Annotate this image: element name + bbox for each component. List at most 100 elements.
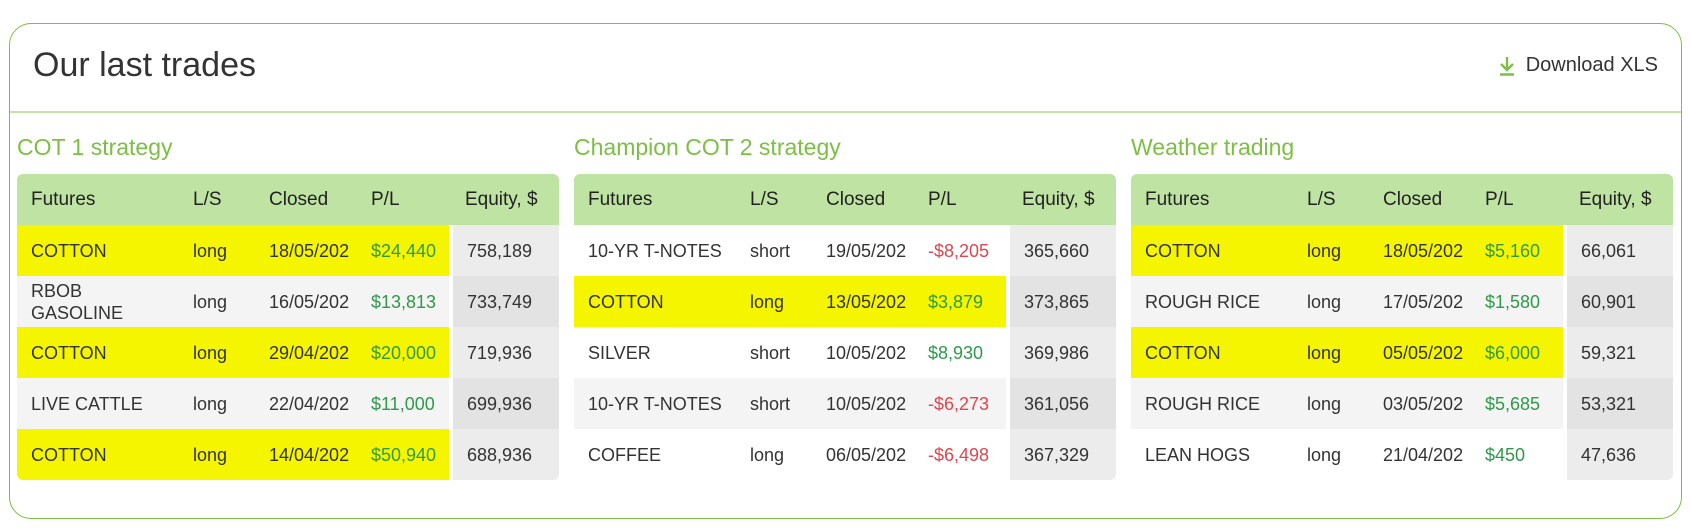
table-row: COTTON long 18/05/202 $5,160 66,061	[1131, 225, 1673, 276]
pl-cell: $6,000	[1471, 327, 1565, 378]
equity-cell: 365,660	[1006, 225, 1116, 276]
column-header-futures: Futures	[1131, 174, 1293, 225]
table-row: COTTON long 14/04/202 $50,940 688,936	[17, 429, 559, 480]
table-row: 10-YR T-NOTES short 10/05/202 -$6,273 361,05…	[574, 378, 1116, 429]
pl-cell: $20,000	[357, 327, 451, 378]
column-header-ls: L/S	[736, 174, 812, 225]
equity-cell: 361,056	[1006, 378, 1116, 429]
ls-cell: long	[1293, 276, 1369, 327]
pl-cell: $3,879	[914, 276, 1008, 327]
pl-cell: -$6,498	[914, 429, 1008, 480]
ls-cell: long	[736, 276, 812, 327]
table-row: COTTON long 05/05/202 $6,000 59,321	[1131, 327, 1673, 378]
equity-cell: 369,986	[1006, 327, 1116, 378]
column-header-pl: P/L	[357, 174, 451, 225]
pl-cell: -$8,205	[914, 225, 1008, 276]
closed-date-cell: 03/05/202	[1369, 378, 1471, 429]
column-header-pl: P/L	[914, 174, 1008, 225]
column-header-ls: L/S	[179, 174, 255, 225]
ls-cell: long	[179, 327, 255, 378]
column-header-equity: Equity, $	[1565, 174, 1673, 225]
table-header-row: Futures L/S Closed P/L Equity, $	[574, 174, 1116, 225]
ls-cell: long	[1293, 225, 1369, 276]
equity-cell: 59,321	[1563, 327, 1673, 378]
ls-cell: long	[1293, 429, 1369, 480]
closed-date-cell: 21/04/202	[1369, 429, 1471, 480]
futures-cell: SILVER	[574, 327, 736, 378]
pl-cell: $13,813	[357, 276, 451, 327]
pl-cell: $11,000	[357, 378, 451, 429]
closed-date-cell: 22/04/202	[255, 378, 357, 429]
futures-cell: 10-YR T-NOTES	[574, 378, 736, 429]
trades-table: Futures L/S Closed P/L Equity, $10-YR T-NOTE…	[574, 174, 1116, 480]
futures-cell: RBOB GASOLINE	[17, 276, 179, 327]
equity-cell: 47,636	[1563, 429, 1673, 480]
closed-date-cell: 06/05/202	[812, 429, 914, 480]
table-row: ROUGH RICE long 17/05/202 $1,580 60,901	[1131, 276, 1673, 327]
ls-cell: long	[1293, 378, 1369, 429]
futures-cell: LEAN HOGS	[1131, 429, 1293, 480]
futures-cell: COTTON	[17, 429, 179, 480]
closed-date-cell: 19/05/202	[812, 225, 914, 276]
column-header-closed: Closed	[1369, 174, 1471, 225]
closed-date-cell: 14/04/202	[255, 429, 357, 480]
ls-cell: long	[179, 378, 255, 429]
column-header-ls: L/S	[1293, 174, 1369, 225]
futures-cell: COFFEE	[574, 429, 736, 480]
table-row: RBOB GASOLINE long 16/05/202 $13,813 733,749	[17, 276, 559, 327]
ls-cell: long	[179, 429, 255, 480]
strategy-title: Champion COT 2 strategy	[574, 134, 841, 160]
equity-cell: 719,936	[449, 327, 559, 378]
download-xls-button[interactable]: Download XLS	[1498, 54, 1658, 77]
card-header: Our last trades Download XLS	[10, 24, 1681, 113]
page-title: Our last trades	[33, 46, 256, 84]
pl-cell: $8,930	[914, 327, 1008, 378]
equity-cell: 758,189	[449, 225, 559, 276]
strategy-panel-weather: Weather trading Futures L/S Closed P/L Equit…	[1131, 128, 1673, 480]
closed-date-cell: 29/04/202	[255, 327, 357, 378]
table-row: 10-YR T-NOTES short 19/05/202 -$8,205 365,66…	[574, 225, 1116, 276]
ls-cell: long	[179, 225, 255, 276]
strategy-title: Weather trading	[1131, 134, 1295, 160]
pl-cell: $24,440	[357, 225, 451, 276]
column-header-futures: Futures	[574, 174, 736, 225]
equity-cell: 66,061	[1563, 225, 1673, 276]
pl-cell: -$6,273	[914, 378, 1008, 429]
ls-cell: short	[736, 378, 812, 429]
last-trades-card: Our last trades Download XLS COT 1 strat…	[9, 23, 1682, 519]
futures-cell: COTTON	[1131, 327, 1293, 378]
column-header-closed: Closed	[812, 174, 914, 225]
download-arrow-icon	[1498, 56, 1516, 76]
ls-cell: long	[179, 276, 255, 327]
strategy-panel-cot1: COT 1 strategy Futures L/S Closed P/L Equity…	[17, 128, 559, 480]
column-header-closed: Closed	[255, 174, 357, 225]
closed-date-cell: 13/05/202	[812, 276, 914, 327]
closed-date-cell: 18/05/202	[255, 225, 357, 276]
pl-cell: $5,685	[1471, 378, 1565, 429]
equity-cell: 53,321	[1563, 378, 1673, 429]
closed-date-cell: 05/05/202	[1369, 327, 1471, 378]
futures-cell: COTTON	[17, 327, 179, 378]
equity-cell: 699,936	[449, 378, 559, 429]
table-header-row: Futures L/S Closed P/L Equity, $	[1131, 174, 1673, 225]
closed-date-cell: 10/05/202	[812, 378, 914, 429]
equity-cell: 733,749	[449, 276, 559, 327]
table-row: COTTON long 18/05/202 $24,440 758,189	[17, 225, 559, 276]
table-row: ROUGH RICE long 03/05/202 $5,685 53,321	[1131, 378, 1673, 429]
futures-cell: COTTON	[17, 225, 179, 276]
table-header-row: Futures L/S Closed P/L Equity, $	[17, 174, 559, 225]
ls-cell: short	[736, 225, 812, 276]
futures-cell: 10-YR T-NOTES	[574, 225, 736, 276]
closed-date-cell: 18/05/202	[1369, 225, 1471, 276]
table-row: LIVE CATTLE long 22/04/202 $11,000 699,936	[17, 378, 559, 429]
closed-date-cell: 10/05/202	[812, 327, 914, 378]
equity-cell: 373,865	[1006, 276, 1116, 327]
pl-cell: $1,580	[1471, 276, 1565, 327]
futures-cell: COTTON	[1131, 225, 1293, 276]
ls-cell: long	[1293, 327, 1369, 378]
table-row: LEAN HOGS long 21/04/202 $450 47,636	[1131, 429, 1673, 480]
pl-cell: $5,160	[1471, 225, 1565, 276]
column-header-equity: Equity, $	[1008, 174, 1116, 225]
futures-cell: ROUGH RICE	[1131, 378, 1293, 429]
ls-cell: long	[736, 429, 812, 480]
